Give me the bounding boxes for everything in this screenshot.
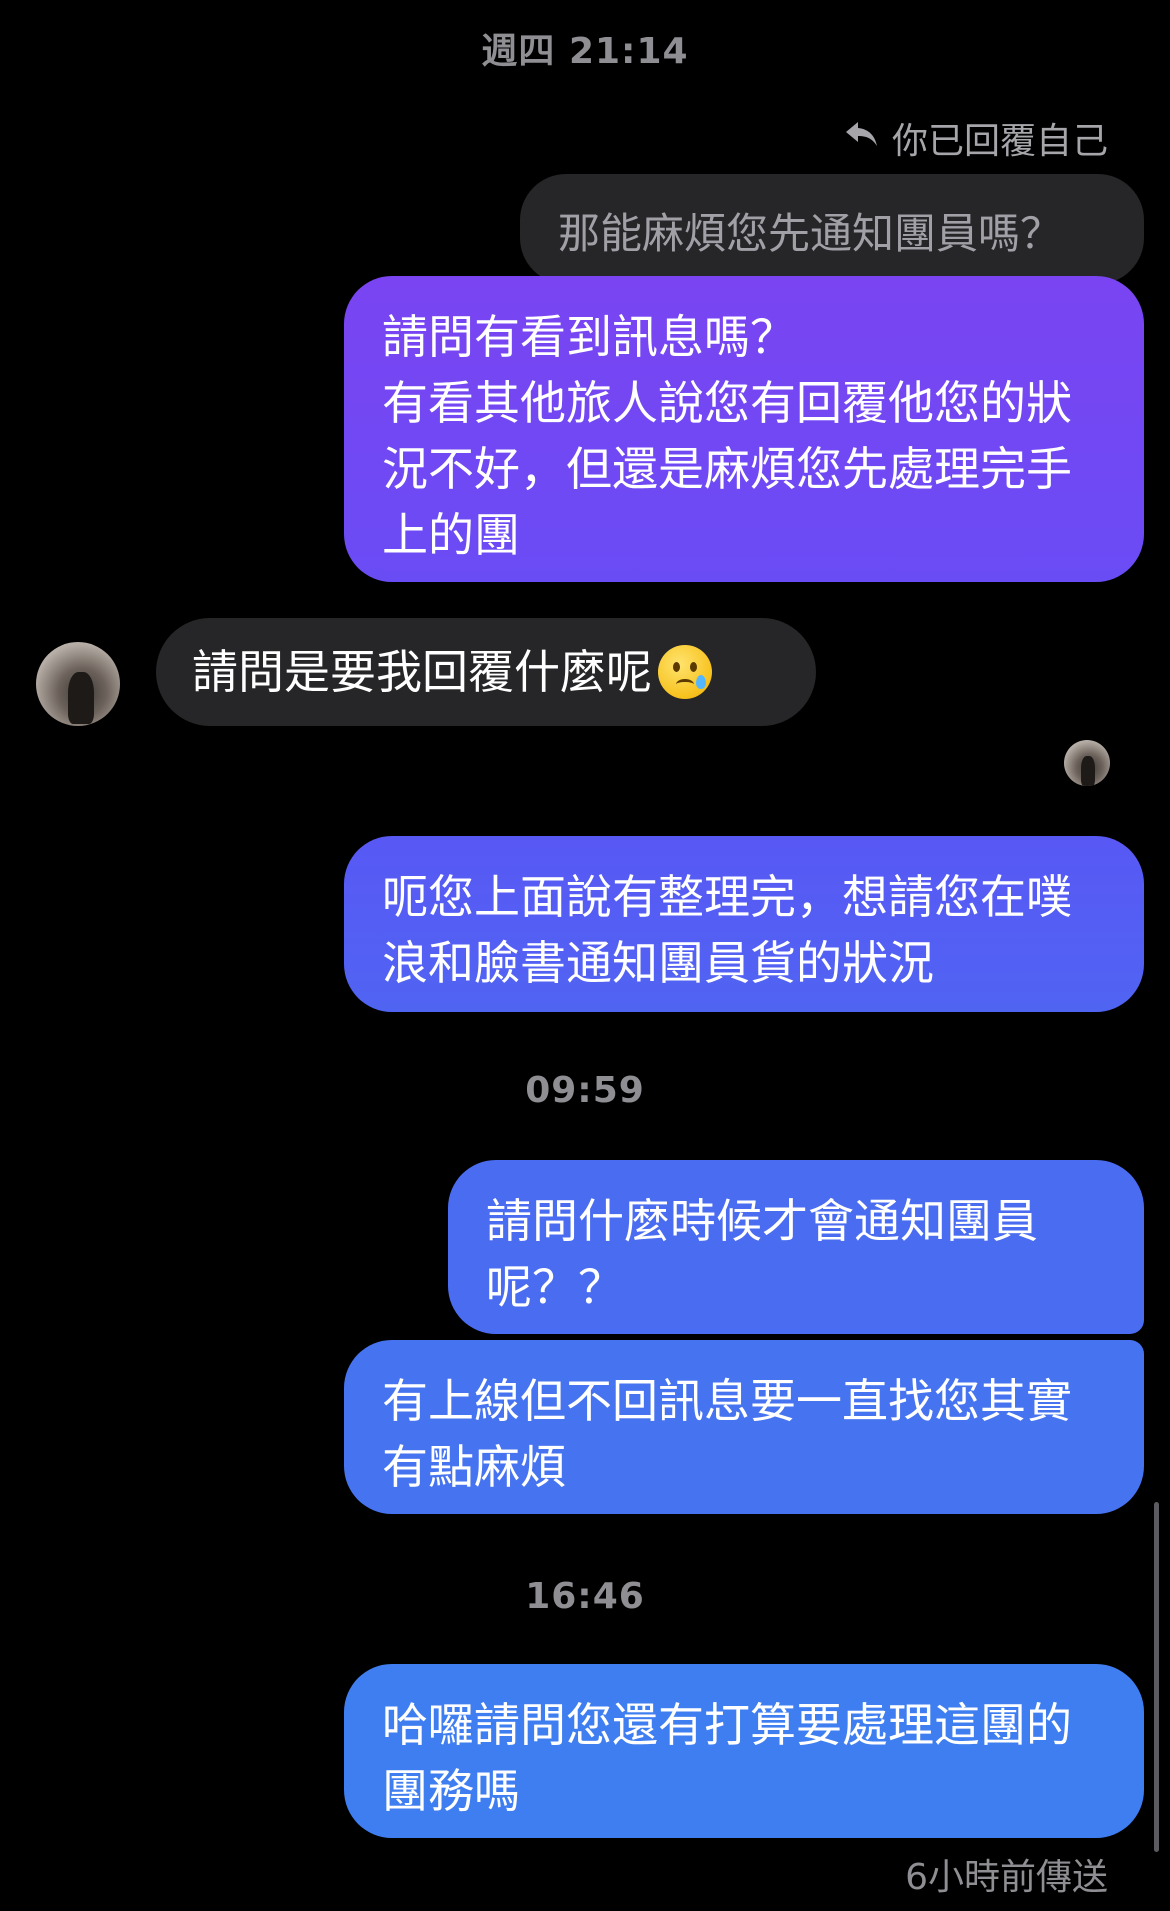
- incoming-text: 請問是要我回覆什麼呢: [192, 645, 652, 699]
- read-receipt-avatar: [1064, 740, 1110, 786]
- avatar-figure: [1081, 756, 1095, 786]
- timestamp-2: 09:59: [525, 1070, 645, 1111]
- sender-avatar[interactable]: [36, 642, 120, 726]
- scrollbar[interactable]: [1154, 1502, 1159, 1852]
- message-text: 請問什麼時候才會通知團員呢？？: [486, 1194, 1038, 1314]
- message-text: 哈囉請問您還有打算要處理這團的團務嗎: [382, 1698, 1072, 1818]
- message-bubble-4[interactable]: 有上線但不回訊息要一直找您其實有點麻煩: [344, 1340, 1144, 1514]
- message-bubble-5[interactable]: 哈囉請問您還有打算要處理這團的團務嗎: [344, 1664, 1144, 1838]
- quoted-message[interactable]: 那能麻煩您先通知團員嗎？: [520, 174, 1144, 284]
- message-text: 有上線但不回訊息要一直找您其實有點麻煩: [382, 1374, 1072, 1494]
- message-text: 請問有看到訊息嗎？ 有看其他旅人說您有回覆他您的狀況不好，但還是麻煩您先處理完手…: [382, 310, 1072, 562]
- message-bubble-1[interactable]: 請問有看到訊息嗎？ 有看其他旅人說您有回覆他您的狀況不好，但還是麻煩您先處理完手…: [344, 276, 1144, 582]
- reply-note: 你已回覆自己: [844, 112, 1108, 164]
- reply-note-text: 你已回覆自己: [891, 121, 1108, 162]
- incoming-message[interactable]: 請問是要我回覆什麼呢: [156, 618, 816, 726]
- timestamp-1: 週四 21:14: [481, 31, 689, 72]
- message-bubble-2[interactable]: 呃您上面說有整理完，想請您在噗浪和臉書通知團員貨的狀況: [344, 836, 1144, 1012]
- crying-smile-emoji-icon: [658, 645, 712, 699]
- message-bubble-3[interactable]: 請問什麼時候才會通知團員呢？？: [448, 1160, 1144, 1334]
- avatar-figure: [68, 672, 94, 724]
- reply-arrow-icon: [844, 118, 880, 159]
- message-text: 呃您上面說有整理完，想請您在噗浪和臉書通知團員貨的狀況: [382, 870, 1072, 990]
- sent-status: 6小時前傳送: [905, 1857, 1108, 1898]
- timestamp-3: 16:46: [525, 1576, 645, 1617]
